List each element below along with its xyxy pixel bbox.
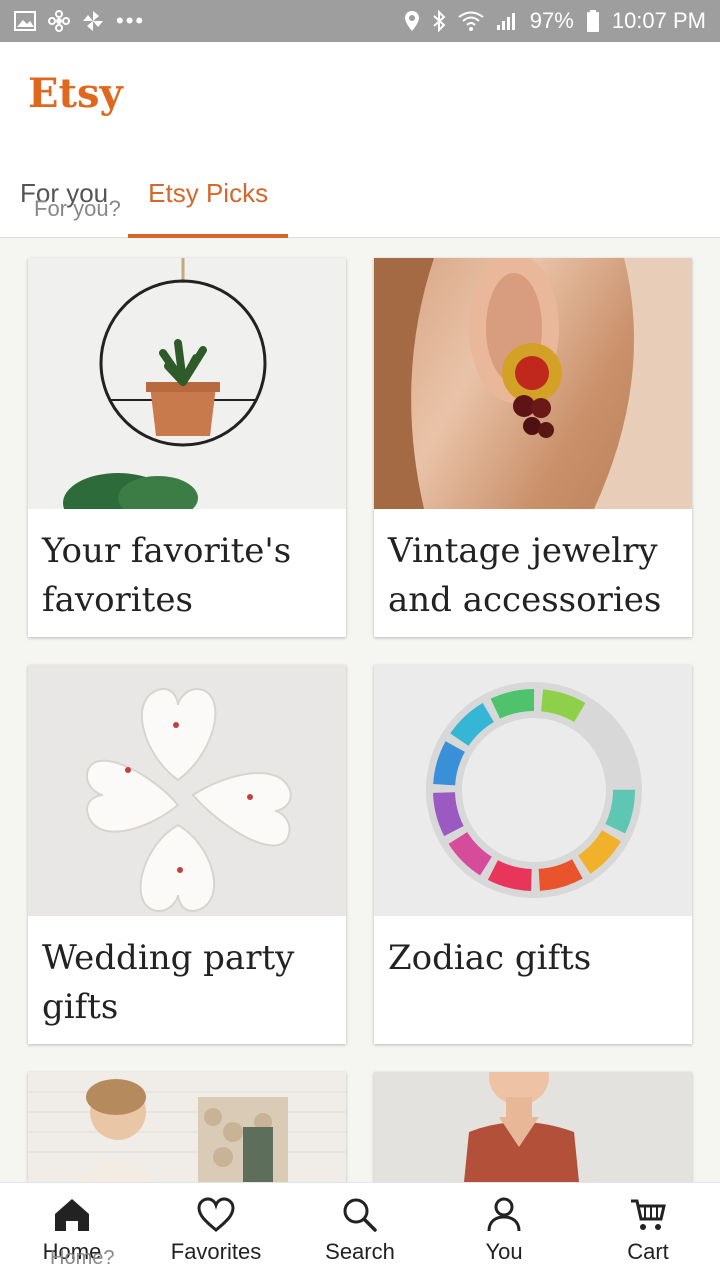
heart-dishes-illustration [86,688,292,912]
nav-search-label: Search [325,1239,395,1264]
signal-icon [496,13,515,30]
status-bar: ••• 97% 10:07 PM [0,0,720,42]
tab-bar: For you For you? Etsy Picks [0,170,289,238]
card-image-model [374,1072,692,1182]
cart-icon [631,1199,666,1230]
image-icon [14,11,36,31]
battery-icon [586,10,599,32]
search-icon [343,1198,377,1232]
card-title: Your favorite's favorites [42,531,292,621]
app-header: Etsy For you For you? Etsy Picks [0,42,720,238]
nav-cart-label: Cart [627,1239,669,1264]
card-wedding-party-gifts[interactable]: Wedding party gifts [28,665,346,1044]
model-illustration [464,1072,579,1182]
nav-you[interactable]: You [432,1183,576,1280]
nav-home[interactable]: Home Home? [0,1183,144,1280]
heart-icon [197,1197,235,1232]
card-image-plant [28,258,346,509]
location-icon [404,11,419,31]
battery-text: 97% [529,8,574,33]
weaving-illustration [28,1079,346,1182]
card-image-zodiac-candles [374,665,692,916]
more-dots-icon: ••• [116,8,146,33]
bottom-nav: Home Home? Favorites Search You Cart [0,1182,720,1280]
home-icon [55,1199,89,1231]
etsy-logo[interactable]: Etsy [28,70,123,117]
nav-cart[interactable]: Cart [576,1183,720,1280]
status-left-icons: ••• [14,8,145,34]
nav-you-label: You [485,1239,523,1264]
earring-illustration [374,258,692,509]
plant-illustration [63,258,267,509]
status-right-icons: 97% 10:07 PM [404,8,706,34]
nav-home-ghost-label: Home? [50,1247,115,1269]
nav-favorites[interactable]: Favorites [144,1183,288,1280]
tab-for-you[interactable]: For you For you? [0,170,128,238]
card-weaving[interactable] [28,1072,346,1182]
pinwheel-icon [83,11,103,31]
card-image-heart-dishes [28,665,346,916]
fan-icon [48,10,70,32]
nav-search[interactable]: Search [288,1183,432,1280]
clock-text: 10:07 PM [611,8,706,33]
nav-favorites-label: Favorites [170,1239,262,1264]
tab-etsy-picks-label: Etsy Picks [148,178,269,208]
tab-etsy-picks[interactable]: Etsy Picks [128,170,289,238]
picks-grid: Your favorite's favorites Vintage jewelr… [28,258,692,1182]
card-title: Zodiac gifts [388,938,592,978]
zodiac-candles-illustration [426,682,642,898]
card-model[interactable] [374,1072,692,1182]
card-title: Wedding party gifts [42,938,295,1028]
card-zodiac-gifts[interactable]: Zodiac gifts [374,665,692,1044]
card-vintage-jewelry[interactable]: Vintage jewelry and accessories [374,258,692,637]
wifi-icon [458,11,484,31]
card-image-weaving [28,1072,346,1182]
card-image-earring [374,258,692,509]
card-title: Vintage jewelry and accessories [388,531,662,621]
card-favorites[interactable]: Your favorite's favorites [28,258,346,637]
person-icon [487,1197,521,1232]
bluetooth-icon [433,10,446,32]
tab-for-you-ghost-label: For you? [34,196,121,221]
